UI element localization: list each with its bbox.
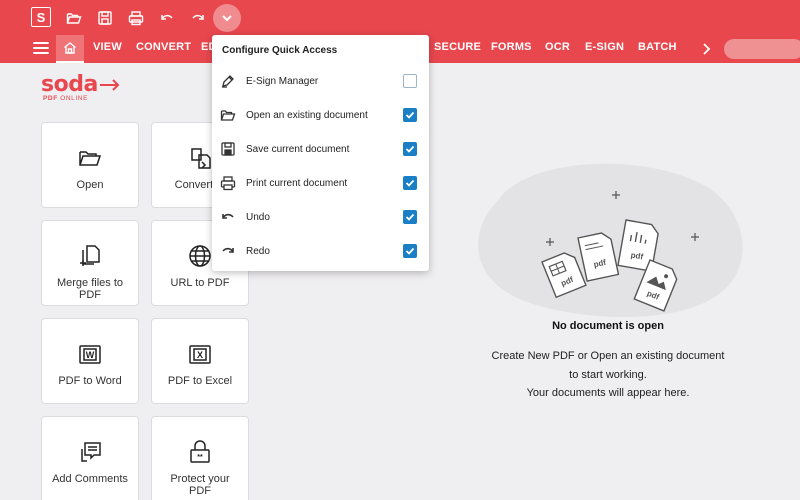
tab-batch[interactable]: BATCH [638,41,677,53]
tab-view[interactable]: VIEW [93,41,122,53]
convert-icon [191,148,211,169]
svg-text:**: ** [197,454,203,461]
open-folder-icon[interactable] [62,6,86,30]
tile-label: Merge files to PDF [56,277,124,301]
empty-state-text: Create New PDF or Open an existing docum… [491,350,725,362]
tile-label: PDF to Excel [167,375,233,387]
search-input[interactable] [724,39,800,59]
app-logo[interactable]: S [31,7,51,27]
empty-state-text: Your documents will appear here. [526,387,690,399]
tab-ocr[interactable]: OCR [545,41,570,53]
chevron-right-icon[interactable] [699,41,713,57]
quick-access-toolbar: S [0,0,800,35]
tile-label: URL to PDF [170,277,230,289]
brand-arrow-icon [99,79,120,91]
merge-files-icon [80,245,100,266]
protect-pdf-tile[interactable]: ** Protect your PDF [151,416,249,500]
undo-icon [222,213,234,219]
merge-files-tile[interactable]: Merge files to PDF [41,220,139,306]
home-tab[interactable] [56,35,84,63]
checkbox-checked[interactable] [403,142,417,156]
option-esign-manager[interactable]: E-Sign Manager [212,64,429,98]
brand-name: soda [41,72,98,97]
excel-icon: X [189,345,211,364]
print-icon[interactable] [124,6,148,30]
tab-esign[interactable]: E-SIGN [585,41,624,53]
checkbox-checked[interactable] [403,244,417,258]
dropdown-title: Configure Quick Access [222,45,338,56]
option-save-document[interactable]: Save current document [212,132,429,166]
redo-icon[interactable] [186,6,210,30]
save-icon [221,142,235,156]
protect-icon: ** [190,440,210,463]
option-label: Open an existing document [246,109,368,121]
brand-logo: soda PDF ONLINE [41,73,121,102]
empty-state-text: to start working. [569,369,647,381]
tile-label: Open [76,179,104,191]
empty-state-title: No document is open [552,320,664,332]
tab-forms[interactable]: FORMS [491,41,532,53]
svg-text:W: W [86,350,95,360]
checkbox-checked[interactable] [403,176,417,190]
redo-icon [222,247,234,253]
comments-icon [81,442,101,462]
pen-icon [222,75,234,88]
option-print-document[interactable]: Print current document [212,166,429,200]
option-label: Print current document [246,177,348,189]
option-label: E-Sign Manager [246,75,319,87]
tile-label: PDF to Word [58,375,122,387]
undo-icon[interactable] [155,6,179,30]
option-open-document[interactable]: Open an existing document [212,98,429,132]
option-label: Save current document [246,143,350,155]
option-label: Redo [246,245,270,257]
save-icon[interactable] [93,6,117,30]
brand-subtitle: PDF ONLINE [43,95,89,102]
open-folder-icon [220,110,236,121]
chevron-down-icon[interactable] [213,4,241,32]
print-icon [220,176,236,191]
open-tile[interactable]: Open [41,122,139,208]
pdf-to-word-tile[interactable]: W PDF to Word [41,318,139,404]
tile-label: Protect your PDF [170,473,230,497]
tile-label: Add Comments [52,473,128,485]
empty-state-illustration: pdf pdf pdf pdf [478,163,743,317]
checkbox-checked[interactable] [403,210,417,224]
pdf-to-excel-tile[interactable]: X PDF to Excel [151,318,249,404]
tab-secure[interactable]: SECURE [434,41,481,53]
tab-convert[interactable]: CONVERT [136,41,191,53]
hamburger-menu-icon[interactable] [33,42,49,56]
globe-icon [189,245,211,267]
svg-text:X: X [197,350,203,360]
add-comments-tile[interactable]: Add Comments [41,416,139,500]
open-folder-icon [79,151,102,166]
home-icon [64,42,76,54]
checkbox-checked[interactable] [403,108,417,122]
option-undo[interactable]: Undo [212,200,429,234]
checkbox[interactable] [403,74,417,88]
option-redo[interactable]: Redo [212,234,429,268]
option-label: Undo [246,211,270,223]
configure-quick-access-dropdown: Configure Quick Access E-Sign Manager Op… [212,35,429,271]
word-icon: W [79,345,101,364]
